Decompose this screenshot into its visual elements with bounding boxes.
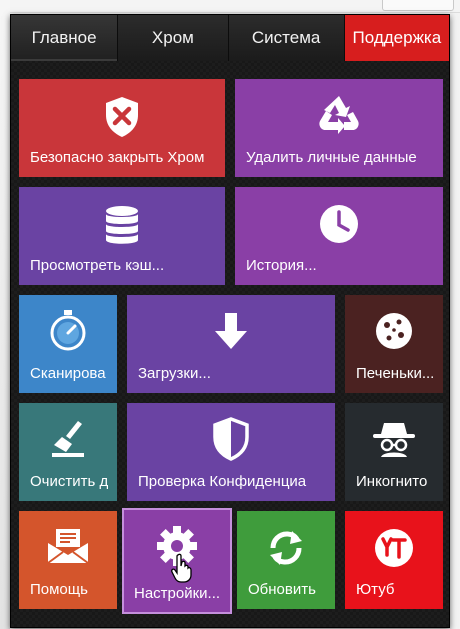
download-arrow-icon [215, 313, 247, 349]
tile-label: Ютуб [356, 581, 395, 598]
incognito-tile[interactable]: Инкогнито [345, 403, 443, 501]
update-tile[interactable]: Обновить [237, 511, 335, 609]
tile-label: Просмотреть кэш... [30, 257, 165, 274]
privacy-check-tile[interactable]: Проверка Конфиденциа [127, 403, 335, 501]
tab-main[interactable]: Главное [11, 15, 119, 61]
youtube-tile[interactable]: Ютуб [345, 511, 443, 609]
tab-support[interactable]: Поддержка [344, 15, 449, 61]
hand-cursor-icon [171, 553, 192, 583]
tile-label: Очистить д [30, 473, 109, 490]
spy-icon [373, 423, 415, 457]
mail-icon [47, 529, 89, 564]
browser-extension-button[interactable] [382, 0, 454, 11]
cookies-tile[interactable]: Печеньки... [345, 295, 443, 393]
tile-label: История... [246, 257, 317, 274]
clock-icon [320, 205, 358, 243]
shield-x-icon [106, 97, 138, 137]
recycle-icon [319, 96, 359, 134]
view-cache-tile[interactable]: Просмотреть кэш... [19, 187, 225, 285]
stopwatch-icon [50, 310, 86, 351]
tab-system[interactable]: Система [228, 15, 345, 61]
downloads-tile[interactable]: Загрузки... [127, 295, 335, 393]
shield-half-icon [213, 417, 249, 461]
tile-label: Обновить [248, 581, 316, 598]
refresh-icon [270, 531, 302, 565]
tile-label: Инкогнито [356, 473, 428, 490]
extension-popup-panel: Главное Хром Система Поддержка Безопасно… [10, 14, 450, 628]
scan-tile[interactable]: Сканирова [19, 295, 117, 393]
safe-close-chrome-tile[interactable]: Безопасно закрыть Хром [19, 79, 225, 177]
tab-bar: Главное Хром Система Поддержка [11, 15, 449, 65]
browser-page-background [0, 0, 10, 629]
cleanup-tile[interactable]: Очистить д [19, 403, 117, 501]
tile-label: Сканирова [30, 365, 106, 382]
clear-private-data-tile[interactable]: Удалить личные данные [235, 79, 443, 177]
tile-label: Загрузки... [138, 365, 211, 382]
tile-label: Настройки... [134, 585, 221, 602]
tile-label: Безопасно закрыть Хром [30, 149, 205, 166]
cookie-icon [376, 313, 412, 349]
youtube-icon [375, 529, 413, 567]
tile-label: Удалить личные данные [246, 149, 417, 166]
help-tile[interactable]: Помощь [19, 511, 117, 609]
tab-chrome[interactable]: Хром [118, 15, 229, 61]
broom-icon [52, 421, 84, 457]
history-tile[interactable]: История... [235, 187, 443, 285]
tile-label: Печеньки... [356, 365, 435, 382]
tile-label: Проверка Конфиденциа [138, 473, 307, 490]
tile-label: Помощь [30, 581, 88, 598]
database-icon [106, 206, 138, 244]
